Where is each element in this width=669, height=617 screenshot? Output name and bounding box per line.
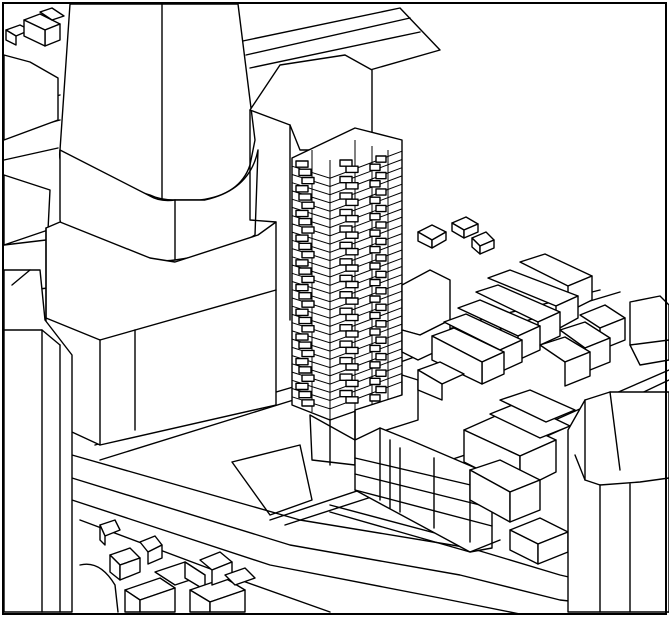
- balcony-block: [345, 231, 359, 240]
- balcony-block: [369, 163, 381, 172]
- balcony-block: [339, 192, 353, 200]
- balcony-block: [345, 379, 359, 388]
- balcony-block: [339, 389, 353, 398]
- balcony-block: [295, 234, 309, 243]
- balcony-block: [339, 356, 353, 365]
- balcony-block: [339, 225, 353, 233]
- balcony-block: [345, 181, 359, 190]
- balcony-block: [345, 363, 359, 371]
- balcony-block: [375, 336, 387, 345]
- balcony-block: [345, 297, 359, 305]
- balcony-block: [369, 196, 381, 205]
- balcony-block: [375, 237, 387, 246]
- right-foreground-tower: [567, 391, 669, 613]
- balcony-block: [375, 204, 387, 213]
- balcony-block: [375, 352, 387, 361]
- balcony-block: [369, 311, 381, 320]
- balcony-block: [339, 241, 353, 250]
- balcony-block: [345, 165, 359, 174]
- balcony-block: [298, 267, 312, 275]
- balcony-block: [339, 291, 353, 299]
- balcony-block: [298, 341, 312, 350]
- balcony-block: [295, 333, 309, 341]
- balcony-block: [301, 275, 315, 284]
- balcony-block: [295, 259, 309, 267]
- balcony-block: [369, 179, 381, 188]
- balcony-block: [345, 396, 359, 404]
- balcony-block: [301, 176, 315, 185]
- balcony-block: [369, 278, 381, 287]
- balcony-block: [298, 168, 312, 177]
- balcony-block: [339, 307, 353, 316]
- balcony-block: [298, 316, 312, 325]
- massing-drawing: [0, 0, 669, 617]
- balcony-block: [369, 212, 381, 221]
- balcony-block: [375, 188, 387, 196]
- balcony-block: [339, 340, 353, 349]
- balcony-block: [375, 171, 387, 180]
- balcony-block: [301, 349, 315, 358]
- balcony-block: [295, 283, 309, 292]
- balcony-block: [375, 221, 387, 229]
- stepped-residential-tower: [291, 127, 419, 466]
- balcony-block: [301, 300, 315, 308]
- balcony-block: [375, 320, 387, 328]
- balcony-block: [369, 295, 381, 303]
- balcony-block: [345, 280, 359, 289]
- southwest-houses: [79, 519, 256, 613]
- balcony-block: [295, 184, 309, 193]
- balcony-block: [339, 324, 353, 332]
- balcony-block: [339, 175, 353, 184]
- balcony-block: [375, 254, 387, 262]
- balcony-block: [369, 361, 381, 369]
- balcony-block: [375, 287, 387, 295]
- balcony-block: [375, 385, 387, 394]
- balcony-block: [375, 369, 387, 378]
- terrace-housing-blocks: [401, 253, 669, 401]
- balcony-block: [298, 366, 312, 374]
- balcony-block: [345, 198, 359, 207]
- balcony-block: [301, 250, 315, 259]
- balcony-block: [298, 193, 312, 201]
- balcony-block: [369, 245, 381, 254]
- balcony-block: [295, 357, 309, 366]
- balcony-block: [298, 292, 312, 300]
- balcony-block: [345, 264, 359, 272]
- balcony-block: [295, 160, 309, 168]
- balcony-block: [301, 374, 315, 383]
- drawing-canvas: [2, 2, 669, 615]
- balcony-block: [339, 274, 353, 283]
- balcony-block: [339, 159, 353, 167]
- balcony-block: [295, 308, 309, 317]
- balcony-block: [369, 377, 381, 386]
- small-pavilions: [417, 216, 495, 255]
- balcony-block: [369, 344, 381, 353]
- balcony-block: [301, 201, 315, 210]
- balcony-block: [369, 262, 381, 270]
- northwest-blocks: [3, 7, 65, 246]
- balcony-block: [298, 390, 312, 399]
- balcony-block: [295, 209, 309, 218]
- balcony-block: [345, 346, 359, 355]
- balcony-block: [345, 330, 359, 338]
- balcony-block: [375, 155, 387, 163]
- balcony-block: [375, 303, 387, 312]
- balcony-block: [369, 328, 381, 336]
- balcony-block: [369, 229, 381, 238]
- balcony-block: [339, 373, 353, 382]
- balcony-block: [339, 258, 353, 266]
- balcony-block: [345, 247, 359, 256]
- balcony-block: [339, 208, 353, 217]
- balcony-block: [301, 325, 315, 333]
- balcony-block: [301, 226, 315, 234]
- balcony-block: [295, 382, 309, 391]
- balcony-block: [369, 394, 381, 402]
- balcony-block: [298, 242, 312, 251]
- balcony-block: [345, 214, 359, 223]
- balcony-block: [345, 313, 359, 322]
- balcony-block: [301, 399, 315, 407]
- landmark-tower: [58, 3, 259, 263]
- balcony-block: [298, 217, 312, 226]
- balcony-block: [375, 270, 387, 279]
